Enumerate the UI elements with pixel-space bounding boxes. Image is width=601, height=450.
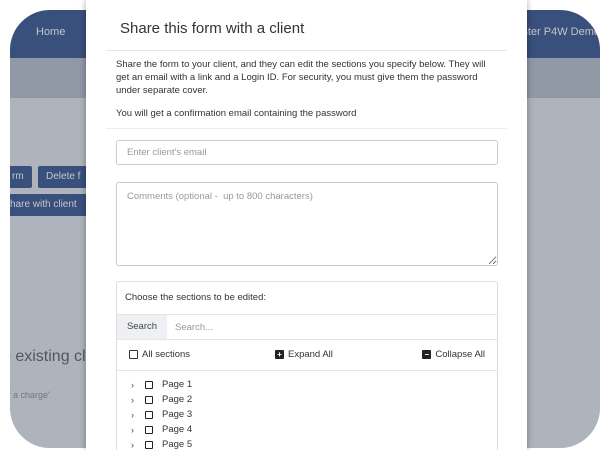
- search-row: Search: [117, 314, 497, 340]
- all-sections-checkbox[interactable]: All sections: [129, 349, 190, 360]
- chevron-right-icon[interactable]: ›: [131, 440, 143, 450]
- checkbox-icon[interactable]: [145, 410, 153, 419]
- sections-tree: › Page 1 › Page 2 › Page 3 › Page 4 › Pa…: [117, 370, 497, 450]
- modal-title: Share this form with a client: [120, 20, 305, 37]
- checkbox-icon[interactable]: [145, 395, 153, 404]
- sections-picker: Choose the sections to be edited: Search…: [116, 281, 498, 450]
- description-divider: [106, 128, 507, 129]
- tree-item-page-1[interactable]: › Page 1: [117, 377, 497, 392]
- minus-square-icon: −: [422, 350, 432, 359]
- chevron-right-icon[interactable]: ›: [131, 425, 143, 435]
- tree-controls: All sections + Expand All − Collapse All: [117, 346, 497, 366]
- share-form-modal: Share this form with a client Share the …: [86, 0, 527, 450]
- collapse-all-button[interactable]: − Collapse All: [422, 349, 485, 360]
- plus-square-icon: +: [275, 350, 284, 359]
- tree-item-page-3[interactable]: › Page 3: [117, 407, 497, 422]
- tree-item-label: Page 2: [162, 394, 193, 405]
- expand-all-button[interactable]: + Expand All: [275, 349, 333, 360]
- tree-item-page-5[interactable]: › Page 5: [117, 437, 497, 450]
- tree-item-page-2[interactable]: › Page 2: [117, 392, 497, 407]
- chevron-right-icon[interactable]: ›: [131, 395, 143, 405]
- comments-textarea[interactable]: [116, 182, 498, 266]
- sections-search-input[interactable]: [173, 317, 477, 337]
- checkbox-icon[interactable]: [145, 380, 153, 389]
- modal-description: Share the form to your client, and they …: [116, 59, 486, 96]
- chevron-right-icon[interactable]: ›: [131, 410, 143, 420]
- search-label: Search: [117, 315, 167, 339]
- chevron-right-icon[interactable]: ›: [131, 380, 143, 390]
- client-email-input[interactable]: [116, 140, 498, 165]
- checkbox-icon[interactable]: [145, 425, 153, 434]
- checkbox-icon[interactable]: [145, 440, 153, 449]
- expand-all-label: Expand All: [288, 349, 333, 360]
- tree-item-label: Page 5: [162, 439, 193, 450]
- tree-item-label: Page 1: [162, 379, 193, 390]
- checkbox-empty-icon: [129, 350, 138, 359]
- tree-item-page-4[interactable]: › Page 4: [117, 422, 497, 437]
- title-divider: [106, 50, 507, 51]
- sections-label: Choose the sections to be edited:: [125, 292, 267, 303]
- tree-item-label: Page 4: [162, 424, 193, 435]
- collapse-all-label: Collapse All: [435, 349, 485, 360]
- tree-item-label: Page 3: [162, 409, 193, 420]
- confirmation-note: You will get a confirmation email contai…: [116, 108, 357, 119]
- all-sections-label: All sections: [142, 349, 191, 360]
